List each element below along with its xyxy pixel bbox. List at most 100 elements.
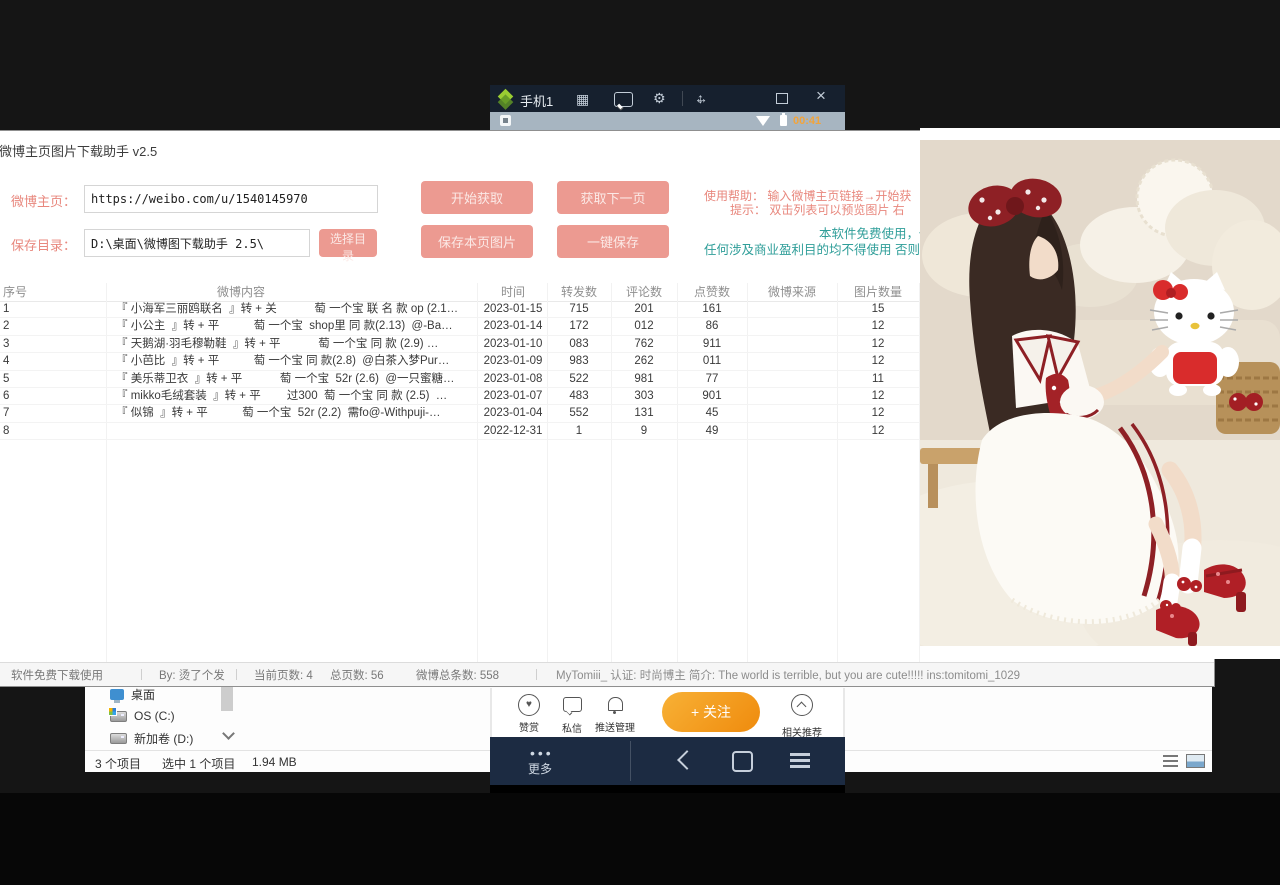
cell-image-count: 12 xyxy=(837,318,919,334)
android-status-bar: 00:41 xyxy=(490,112,845,130)
emulator-logo-icon xyxy=(498,89,514,105)
save-dir-input[interactable] xyxy=(84,229,310,257)
monitor-icon xyxy=(110,689,124,700)
col-header-likes: 点赞数 xyxy=(677,283,747,301)
item-count: 3 个项目 xyxy=(95,755,141,772)
cell-image-count: 12 xyxy=(837,423,919,439)
settings-gear-icon[interactable]: ⚙ xyxy=(653,91,666,105)
col-header-seq: 序号 xyxy=(3,283,27,301)
cell-reposts: 083 xyxy=(547,336,611,352)
cell-image-count: 12 xyxy=(837,405,919,421)
cell-content: 『 似锦 』转 + 平 萄 一个宝 52r (2.2) 需fo@-Withpuj… xyxy=(116,405,440,421)
cell-seq: 1 xyxy=(3,301,9,317)
cell-likes: 86 xyxy=(677,318,747,334)
save-page-images-button[interactable]: 保存本页图片 xyxy=(421,225,533,258)
choose-dir-button[interactable]: 选择目录 xyxy=(319,229,377,257)
cell-likes: 161 xyxy=(677,301,747,317)
url-label: 微博主页： xyxy=(11,191,76,210)
android-nav-bar: ••• 更多 xyxy=(490,737,845,785)
free-notice-line-2: 任何涉及商业盈利目的均不得使用 否则产 xyxy=(704,239,932,258)
explorer-item-os-c[interactable]: OS (C:) xyxy=(110,706,175,726)
cell-image-count: 12 xyxy=(837,388,919,404)
cell-comments: 9 xyxy=(611,423,677,439)
clock-time: 00:41 xyxy=(793,115,821,127)
related-recommend-button[interactable]: 相关推荐 xyxy=(773,694,831,739)
cell-reposts: 715 xyxy=(547,301,611,317)
cell-reposts: 983 xyxy=(547,353,611,369)
help-line-2: 提示： 双击列表可以预览图片 右 xyxy=(730,201,905,218)
thumbnail-view-icon[interactable] xyxy=(1186,754,1205,768)
cell-comments: 201 xyxy=(611,301,677,317)
bell-icon xyxy=(608,697,623,711)
start-fetch-button[interactable]: 开始获取 xyxy=(421,181,533,214)
weibo-url-input[interactable] xyxy=(84,185,378,213)
cell-reposts: 1 xyxy=(547,423,611,439)
status-free-download: 软件免费下载使用 xyxy=(11,667,103,683)
cell-seq: 5 xyxy=(3,371,9,387)
push-label: 推送管理 xyxy=(586,719,644,734)
details-view-icon[interactable] xyxy=(1163,755,1178,767)
cell-content: 『 mikko毛绒套装 』转 + 平 过300 萄 一个宝 同 款 (2.5) … xyxy=(116,388,447,404)
fetch-next-page-button[interactable]: 获取下一页 xyxy=(557,181,669,214)
explorer-item-label: OS (C:) xyxy=(134,709,175,723)
cell-time: 2023-01-09 xyxy=(479,353,547,369)
cell-time: 2023-01-10 xyxy=(479,336,547,352)
col-header-time: 时间 xyxy=(479,283,547,301)
follow-button[interactable]: + 关注 xyxy=(662,692,760,732)
cell-content: 『 美乐蒂卫衣 』转 + 平 萄 一个宝 52r (2.6) @一只蜜糖… xyxy=(116,371,455,387)
chevron-down-icon[interactable] xyxy=(222,727,235,740)
cell-comments: 303 xyxy=(611,388,677,404)
nav-pane-scrollbar[interactable] xyxy=(221,685,233,711)
heart-badge-icon: ♥ xyxy=(518,694,540,716)
cell-reposts: 552 xyxy=(547,405,611,421)
desktop-bottom-area xyxy=(0,793,1280,885)
cell-seq: 2 xyxy=(3,318,9,334)
message-icon[interactable] xyxy=(614,92,633,109)
more-dots-icon[interactable]: ••• xyxy=(530,745,554,761)
android-home-icon[interactable] xyxy=(732,751,753,772)
emulator-title-bar[interactable]: 手机1 ▦ ⚙ × xyxy=(490,85,845,112)
close-icon[interactable]: × xyxy=(816,89,826,103)
cell-time: 2023-01-08 xyxy=(479,371,547,387)
navbar-divider xyxy=(630,741,631,781)
cell-likes: 45 xyxy=(677,405,747,421)
fullscreen-icon[interactable] xyxy=(694,91,708,105)
explorer-item-new-volume-d[interactable]: 新加卷 (D:) xyxy=(110,728,193,748)
push-manage-button[interactable]: 推送管理 xyxy=(586,694,644,734)
cell-comments: 131 xyxy=(611,405,677,421)
col-header-image-count: 图片数量 xyxy=(837,283,919,301)
col-header-reposts: 转发数 xyxy=(547,283,611,301)
app-status-bar: 软件免费下载使用 By: 烫了个发 当前页数: 4 总页数: 56 微博总条数:… xyxy=(0,662,1214,686)
explorer-item-label: 新加卷 (D:) xyxy=(134,730,193,747)
save-all-button[interactable]: 一键保存 xyxy=(557,225,669,258)
cell-likes: 901 xyxy=(677,388,747,404)
selected-count: 选中 1 个项目 xyxy=(162,755,235,772)
cell-seq: 6 xyxy=(3,388,9,404)
cell-reposts: 172 xyxy=(547,318,611,334)
maximize-icon[interactable] xyxy=(776,93,788,104)
battery-icon xyxy=(780,115,787,126)
cell-seq: 8 xyxy=(3,423,9,439)
multi-instance-icon[interactable]: ▦ xyxy=(576,92,589,106)
status-total-posts: 微博总条数: 558 xyxy=(416,667,499,683)
preview-photo xyxy=(920,140,1280,646)
os-drive-icon xyxy=(110,711,127,722)
android-back-icon[interactable] xyxy=(677,750,697,770)
cell-time: 2023-01-07 xyxy=(479,388,547,404)
cell-image-count: 11 xyxy=(837,371,919,387)
window-title: 微博主页图片下载助手 v2.5 xyxy=(0,141,157,160)
col-header-source: 微博来源 xyxy=(747,283,837,301)
android-menu-icon[interactable] xyxy=(790,753,810,756)
cell-time: 2023-01-04 xyxy=(479,405,547,421)
cell-image-count: 15 xyxy=(837,301,919,317)
status-separator xyxy=(141,669,142,680)
cell-likes: 49 xyxy=(677,423,747,439)
more-label[interactable]: 更多 xyxy=(528,760,552,777)
explorer-item-label: 桌面 xyxy=(131,686,155,703)
drive-icon xyxy=(110,733,127,744)
wifi-icon xyxy=(756,116,770,126)
cell-comments: 012 xyxy=(611,318,677,334)
cell-reposts: 522 xyxy=(547,371,611,387)
explorer-item-desktop[interactable]: 桌面 xyxy=(110,684,155,704)
cell-comments: 262 xyxy=(611,353,677,369)
